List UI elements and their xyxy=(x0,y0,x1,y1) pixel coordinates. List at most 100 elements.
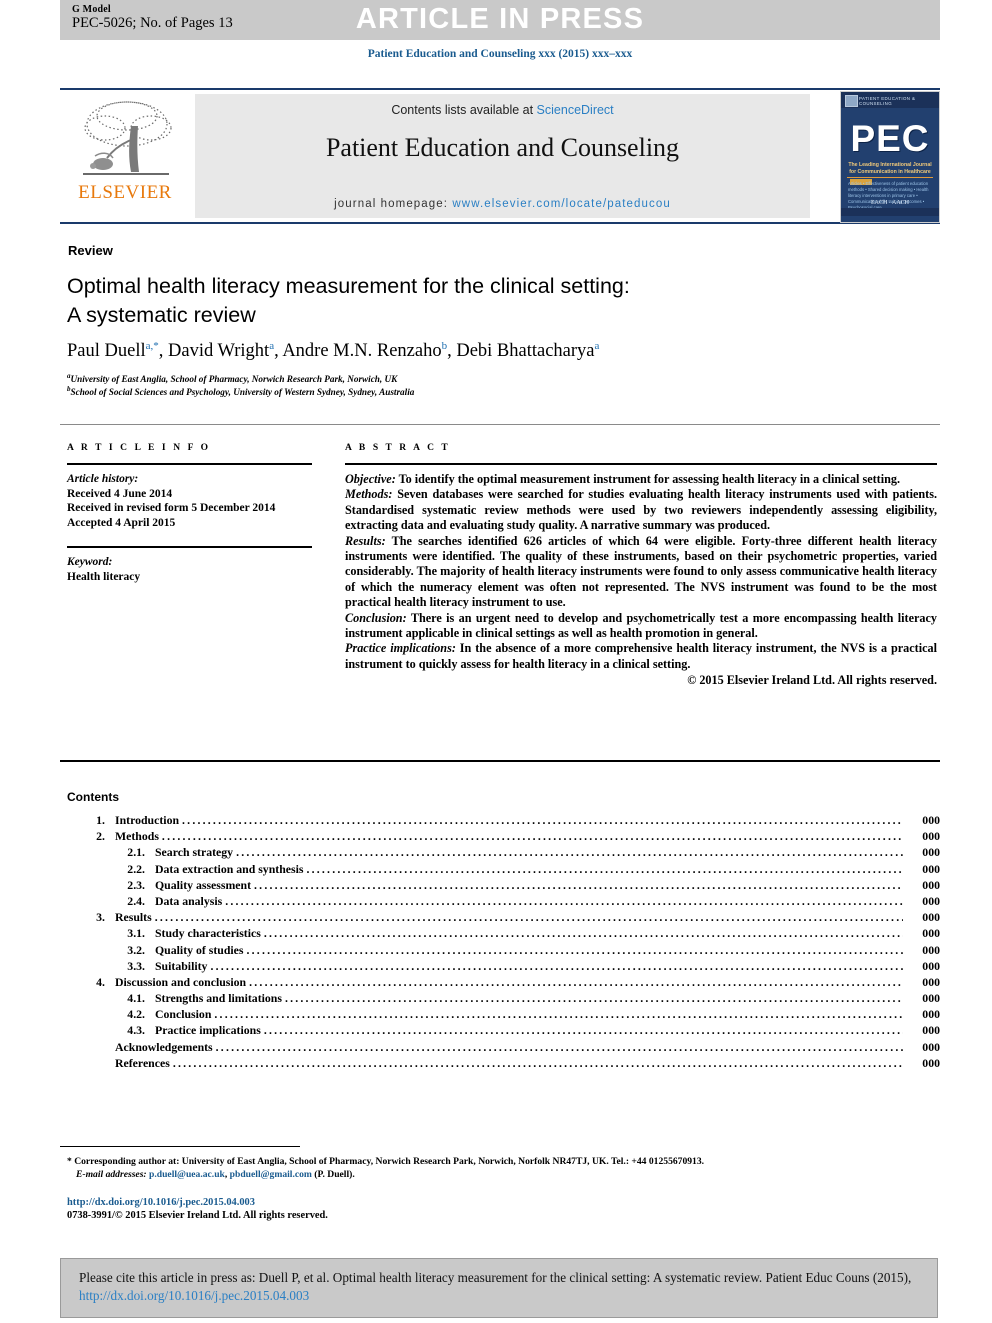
article-history-label: Article history: xyxy=(67,473,139,485)
toc-entry[interactable]: 4.1. Strengths and limitations...........… xyxy=(67,991,940,1007)
keyword-block: Keyword: Health literacy xyxy=(67,555,312,584)
toc-entry[interactable]: Acknowledgements........................… xyxy=(67,1040,940,1056)
toc-entry-label: Discussion and conclusion xyxy=(115,974,247,989)
article-title-line-2: A systematic review xyxy=(67,303,256,327)
doi-link[interactable]: http://dx.doi.org/10.1016/j.pec.2015.04.… xyxy=(67,1197,255,1208)
journal-homepage-line: journal homepage: www.elsevier.com/locat… xyxy=(195,198,810,210)
toc-entry-page: 000 xyxy=(922,829,940,844)
cover-orange-rule xyxy=(847,177,933,178)
toc-entry[interactable]: 2.3. Quality assessment..................… xyxy=(67,878,940,894)
toc-entry[interactable]: References..............................… xyxy=(67,1056,940,1072)
toc-entry-number: 4.3. xyxy=(127,1023,145,1038)
author-affiliation-mark: a xyxy=(594,340,600,352)
elsevier-logo: ELSEVIER xyxy=(65,94,185,218)
g-model-label: G Model xyxy=(72,4,111,15)
author-affiliation-mark: b xyxy=(441,340,448,352)
toc-entry[interactable]: 1. Introduction..........................… xyxy=(67,813,940,829)
toc-entry[interactable]: 2.2. Data extraction and synthesis.......… xyxy=(67,862,940,878)
toc-entry[interactable]: 2.1. Search strategy.....................… xyxy=(67,845,940,861)
journal-cover-thumbnail: PATIENT EDUCATION & COUNSELING PEC The L… xyxy=(840,91,940,223)
email-link-secondary[interactable]: pbduell@gmail.com xyxy=(230,1169,312,1180)
cover-publisher-mark xyxy=(845,95,858,107)
toc-leader-dots: ........................................… xyxy=(284,991,903,1006)
abstract-text-conclusion: There is an urgent need to develop and p… xyxy=(345,610,937,641)
abstract-block: A B S T R A C T Objective: To identify t… xyxy=(345,443,937,688)
toc-entry[interactable]: 3.2. Quality of studies..................… xyxy=(67,943,940,959)
toc-entry-number: 3.3. xyxy=(127,958,145,973)
toc-entry-label: References xyxy=(115,1055,170,1070)
homepage-prefix: journal homepage: xyxy=(334,198,453,210)
email-author-suffix: (P. Duell). xyxy=(314,1169,355,1180)
abstract-rule xyxy=(345,463,937,465)
keyword-rule xyxy=(67,546,312,548)
abstract-label-practice: Practice implications: xyxy=(345,641,456,656)
article-history: Article history: Received 4 June 2014 Re… xyxy=(67,472,312,530)
abstract-copyright: © 2015 Elsevier Ireland Ltd. All rights … xyxy=(687,673,937,688)
toc-entry-number: 3. xyxy=(96,910,105,925)
article-info-spacer xyxy=(67,530,312,546)
sciencedirect-link[interactable]: ScienceDirect xyxy=(537,103,614,117)
toc-entry[interactable]: 4. Discussion and conclusion.............… xyxy=(67,975,940,991)
cite-line-1: Please cite this article in press as: Du… xyxy=(79,1270,763,1285)
toc-leader-dots: ........................................… xyxy=(306,861,903,876)
toc-leader-dots: ........................................… xyxy=(225,893,903,908)
toc-entry[interactable]: 4.2. Conclusion..........................… xyxy=(67,1007,940,1023)
author-affiliation-mark: a,* xyxy=(145,340,159,352)
homepage-url-link[interactable]: www.elsevier.com/locate/pateducou xyxy=(452,198,670,210)
toc-entry-page: 000 xyxy=(922,991,940,1006)
journal-title: Patient Education and Counseling xyxy=(325,133,680,162)
toc-entry[interactable]: 4.3. Practice implications...............… xyxy=(67,1023,940,1039)
toc-entry-page: 000 xyxy=(922,974,940,989)
email-link-primary[interactable]: p.duell@uea.ac.uk xyxy=(149,1169,225,1180)
pec-pages-label: PEC-5026; No. of Pages 13 xyxy=(72,15,233,31)
toc-entry-page: 000 xyxy=(922,958,940,973)
article-info-rule xyxy=(67,463,312,465)
toc-entry-label: Introduction xyxy=(115,813,180,827)
abstract-label-conclusion: Conclusion: xyxy=(345,610,407,625)
cite-this-article-box: Please cite this article in press as: Du… xyxy=(60,1258,938,1318)
toc-entry-page: 000 xyxy=(922,1007,940,1022)
toc-entry[interactable]: 3. Results...............................… xyxy=(67,910,940,926)
author-name: Debi Bhattacharya xyxy=(456,341,595,362)
toc-entry-page: 000 xyxy=(922,845,940,860)
toc-entry-label: Study characteristics xyxy=(155,926,261,941)
toc-entry-page: 000 xyxy=(922,1055,940,1070)
author-name: Andre M.N. Renzaho xyxy=(282,341,442,362)
toc-entry-label: Practice implications xyxy=(155,1023,261,1038)
abstract-label-objective: Objective: xyxy=(345,472,396,486)
keyword-label: Keyword: xyxy=(67,556,113,568)
abstract-heading: A B S T R A C T xyxy=(345,443,451,453)
cover-tagline: The Leading International Journal for Co… xyxy=(848,162,932,175)
toc-entry-label: Methods xyxy=(115,829,159,844)
journal-running-head: Patient Education and Counseling xxx (20… xyxy=(367,48,633,60)
cite-doi-link[interactable]: http://dx.doi.org/10.1016/j.pec.2015.04.… xyxy=(79,1288,309,1303)
masthead-center-panel: Contents lists available at ScienceDirec… xyxy=(195,94,810,218)
toc-entry-label: Conclusion xyxy=(155,1007,212,1022)
contents-heading: Contents xyxy=(67,790,119,804)
toc-entry[interactable]: 2.4. Data analysis.......................… xyxy=(67,894,940,910)
toc-entry-label: Search strategy xyxy=(155,845,234,860)
masthead-bottom-rule xyxy=(60,222,940,224)
email-addresses-label: E-mail addresses: xyxy=(76,1169,147,1180)
contents-available-prefix: Contents lists available at xyxy=(391,103,537,117)
toc-entry-page: 000 xyxy=(922,942,940,957)
cover-article-list: Articles • Effectiveness of patient educ… xyxy=(848,181,929,210)
toc-entry[interactable]: 2. Methods...............................… xyxy=(67,829,940,845)
abstract-text-results: The searches identified 626 articles of … xyxy=(345,533,937,610)
toc-leader-dots: ........................................… xyxy=(182,813,903,827)
toc-entry-label: Strengths and limitations xyxy=(155,991,282,1006)
table-of-contents: 1. Introduction..........................… xyxy=(67,813,940,1072)
page-title: Optimal health literacy measurement for … xyxy=(67,272,807,330)
toc-entry[interactable]: 3.3. Suitability.........................… xyxy=(67,959,940,975)
masthead-top-rule xyxy=(60,88,940,90)
toc-entry-number: 2.3. xyxy=(127,877,145,892)
toc-entry-label: Suitability xyxy=(155,958,208,973)
affiliation-text: School of Social Sciences and Psychology… xyxy=(70,387,415,398)
affiliation-a: aUniversity of East Anglia, School of Ph… xyxy=(67,372,887,384)
toc-entry-number: 4.2. xyxy=(127,1007,145,1022)
toc-entry-page: 000 xyxy=(922,910,940,925)
divider-above-article-info xyxy=(60,424,940,425)
cover-top-bar-text: PATIENT EDUCATION & COUNSELING xyxy=(859,96,916,106)
toc-entry[interactable]: 3.1. Study characteristics...............… xyxy=(67,926,940,942)
toc-leader-dots: ........................................… xyxy=(215,1039,903,1054)
